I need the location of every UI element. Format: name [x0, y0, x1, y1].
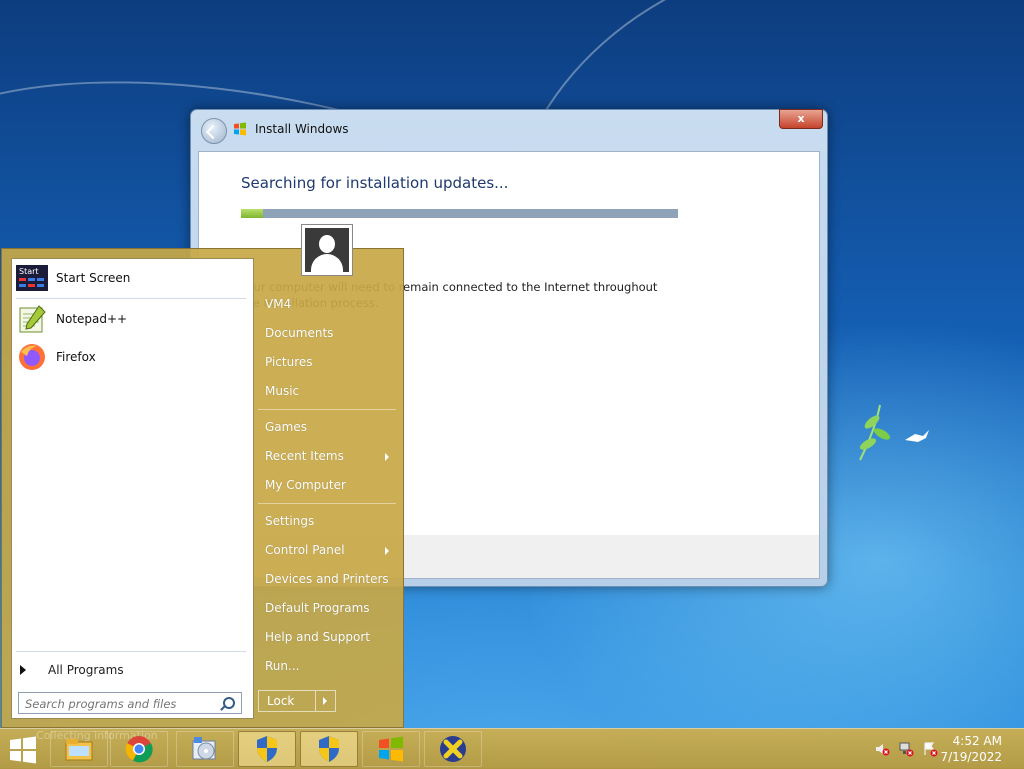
divider	[315, 691, 316, 711]
close-button[interactable]: x	[779, 109, 823, 129]
pinned-item-label: Firefox	[56, 350, 96, 364]
pinned-item-firefox[interactable]: Firefox	[16, 341, 96, 373]
progress-bar	[241, 209, 678, 218]
menu-item-music[interactable]: Music	[265, 384, 299, 398]
menu-item-label: Music	[265, 384, 300, 398]
menu-item-documents[interactable]: Documents	[265, 326, 333, 340]
clock-time: 4:52 AM	[952, 734, 1002, 748]
volume-muted-icon[interactable]	[874, 741, 890, 757]
start-screen-icon: Start	[16, 262, 48, 294]
action-center-icon[interactable]	[922, 741, 938, 757]
menu-item-label: Recent Items	[265, 449, 344, 463]
divider	[16, 298, 246, 299]
menu-item-pictures[interactable]: Pictures	[265, 355, 313, 369]
menu-item-label: Default Programs	[265, 601, 370, 615]
wallpaper-bird-leaf	[859, 404, 929, 461]
pinned-item-notepad-plus-plus[interactable]: Notepad++	[16, 303, 127, 335]
system-tray	[874, 741, 938, 757]
menu-item-recent-items[interactable]: Recent Items	[265, 449, 389, 463]
menu-item-default-programs[interactable]: Default Programs	[265, 601, 370, 615]
menu-item-label: Documents	[265, 326, 334, 340]
progress-fill	[241, 209, 263, 218]
notepad-plus-plus-icon	[16, 303, 48, 335]
divider	[258, 409, 396, 410]
menu-item-label: Devices and Printers	[265, 572, 389, 586]
file-explorer-icon	[65, 739, 93, 761]
chrome-icon	[125, 736, 153, 763]
menu-item-run[interactable]: Run...	[265, 659, 299, 673]
x-app-icon	[440, 736, 466, 762]
windows-setup-icon	[379, 736, 403, 762]
menu-item-label: Help and Support	[265, 630, 370, 644]
firefox-icon	[16, 341, 48, 373]
clock-date: 7/19/2022	[940, 750, 1002, 764]
close-icon: x	[797, 112, 805, 125]
network-disconnected-icon[interactable]	[898, 741, 914, 757]
submenu-arrow-icon	[385, 453, 389, 461]
pinned-item-label: Start Screen	[56, 271, 131, 285]
user-avatar[interactable]	[301, 224, 353, 276]
uac-shield-icon	[257, 736, 277, 762]
lock-label: Lock	[267, 694, 295, 708]
uac-shield-icon	[319, 736, 339, 762]
search-box[interactable]	[18, 692, 242, 714]
back-button[interactable]	[201, 118, 227, 144]
lock-button[interactable]: Lock	[258, 690, 336, 712]
menu-item-control-panel[interactable]: Control Panel	[265, 543, 389, 557]
pinned-item-label: Notepad++	[56, 312, 128, 326]
all-programs-label: All Programs	[48, 663, 124, 677]
menu-item-settings[interactable]: Settings	[265, 514, 314, 528]
menu-item-label: Games	[265, 420, 307, 434]
media-setup-icon	[192, 737, 216, 760]
menu-item-label: Run...	[265, 659, 300, 673]
lock-options-arrow-icon[interactable]	[323, 697, 327, 705]
expand-arrow-icon	[20, 665, 26, 675]
search-input[interactable]	[23, 694, 217, 714]
menu-item-label: My Computer	[265, 478, 346, 492]
taskbar-file-explorer[interactable]	[50, 731, 108, 767]
window-title: Install Windows	[255, 122, 349, 136]
menu-item-vm4[interactable]: VM4	[265, 297, 291, 311]
pinned-item-start-screen[interactable]: Start Start Screen	[16, 262, 130, 294]
start-button-windows-icon[interactable]	[8, 735, 38, 765]
menu-item-label: Pictures	[265, 355, 313, 369]
taskbar: Collecting information 4:52 AM 7/19/2022	[0, 728, 1024, 769]
menu-item-help-and-support[interactable]: Help and Support	[265, 630, 370, 644]
taskbar-uac-prompt-2[interactable]	[300, 731, 358, 767]
taskbar-media-setup[interactable]	[176, 731, 234, 767]
menu-item-label: VM4	[265, 297, 292, 311]
svg-text:Start: Start	[19, 267, 39, 276]
search-icon[interactable]	[223, 697, 235, 709]
taskbar-uac-prompt-1[interactable]	[238, 731, 296, 767]
menu-item-label: Settings	[265, 514, 315, 528]
menu-item-devices-and-printers[interactable]: Devices and Printers	[265, 572, 389, 586]
taskbar-windows-setup[interactable]	[362, 731, 420, 767]
start-menu-programs-pane: Start Start Screen Notepad++ Firefox All…	[11, 258, 254, 719]
divider	[16, 651, 246, 652]
menu-item-games[interactable]: Games	[265, 420, 307, 434]
submenu-arrow-icon	[385, 547, 389, 555]
menu-item-label: Control Panel	[265, 543, 345, 557]
clock[interactable]: 4:52 AM 7/19/2022	[940, 733, 1002, 765]
taskbar-x-app[interactable]	[424, 731, 482, 767]
all-programs-button[interactable]: All Programs	[20, 663, 124, 677]
page-heading: Searching for installation updates...	[241, 174, 509, 192]
windows-logo-icon	[234, 122, 246, 136]
divider	[258, 503, 396, 504]
menu-item-my-computer[interactable]: My Computer	[265, 478, 346, 492]
user-icon	[305, 228, 349, 272]
taskbar-chrome[interactable]	[110, 731, 168, 767]
